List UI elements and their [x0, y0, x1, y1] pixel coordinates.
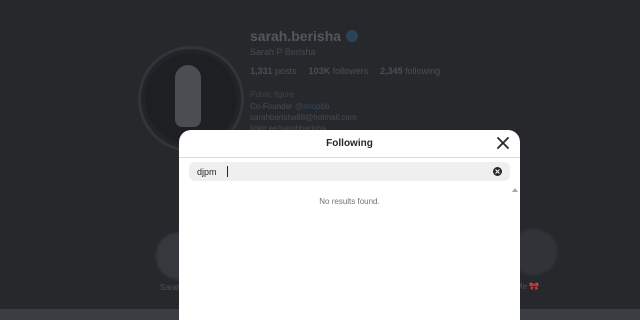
dialog-title: Following: [326, 138, 373, 149]
close-button[interactable]: [496, 136, 510, 150]
no-results-message: No results found.: [319, 197, 380, 206]
following-dialog: Following No results found.: [179, 130, 520, 320]
search-box: [189, 162, 510, 181]
close-icon: [497, 137, 509, 149]
text-caret: [227, 166, 228, 177]
dialog-header: Following: [179, 130, 520, 158]
scrollbar-up-arrow[interactable]: [512, 188, 518, 192]
search-input[interactable]: [189, 162, 487, 181]
clear-search-icon: [495, 169, 500, 174]
clear-search-button[interactable]: [493, 167, 502, 176]
